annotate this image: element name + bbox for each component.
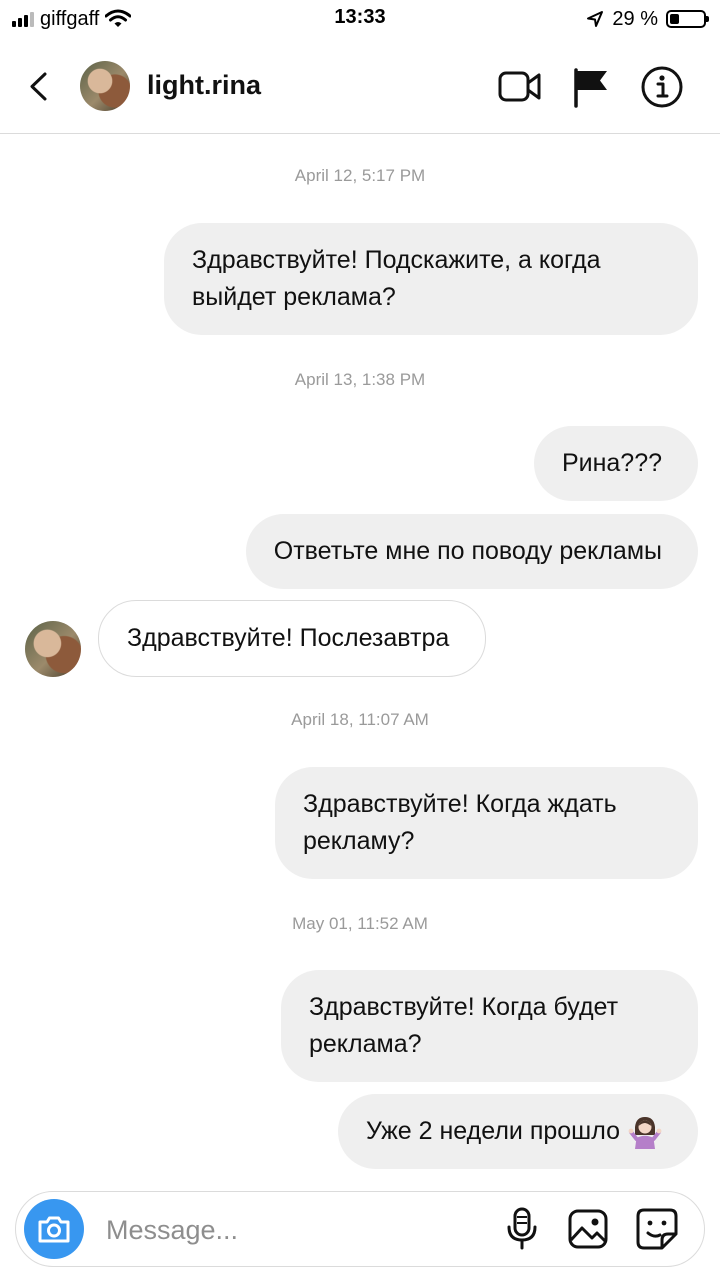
status-right: 29 %	[586, 6, 709, 32]
message-bubble-outgoing[interactable]: Ответьте мне по поводу рекламы	[245, 514, 698, 589]
message-composer	[15, 1191, 705, 1267]
contact-username[interactable]: light.rina	[147, 70, 261, 101]
timestamp: April 12, 5:17 PM	[294, 166, 426, 185]
info-icon[interactable]	[639, 64, 685, 110]
woman-shrugging-emoji-icon	[628, 1117, 662, 1150]
video-camera-icon[interactable]	[497, 64, 543, 110]
battery-percent: 29 %	[612, 7, 658, 30]
sticker-icon[interactable]	[634, 1206, 680, 1252]
camera-icon	[38, 1216, 70, 1243]
avatar[interactable]	[80, 61, 130, 111]
message-bubble-outgoing[interactable]: Рина???	[533, 426, 698, 501]
message-bubble-outgoing[interactable]: Уже 2 недели прошло	[338, 1094, 698, 1169]
chat-header: light.rina	[0, 40, 720, 134]
timestamp: April 13, 1:38 PM	[294, 370, 426, 389]
message-bubble-outgoing[interactable]: Здравствуйте! Когда будет реклама?	[281, 970, 698, 1082]
flag-icon[interactable]	[569, 64, 615, 110]
timestamp: April 18, 11:07 AM	[291, 710, 429, 729]
battery-fill	[670, 14, 679, 24]
message-text: Уже 2 недели прошло	[366, 1117, 620, 1145]
message-bubble-incoming[interactable]: Здравствуйте! Послезавтра	[98, 600, 487, 677]
microphone-icon[interactable]	[500, 1206, 546, 1252]
message-bubble-outgoing[interactable]: Здравствуйте! Подскажите, а когда выйдет…	[164, 223, 698, 335]
chevron-left-icon[interactable]	[20, 66, 60, 106]
message-bubble-outgoing[interactable]: Здравствуйте! Когда ждать рекламу?	[275, 767, 698, 879]
avatar[interactable]	[25, 621, 81, 677]
timestamp: May 01, 11:52 AM	[292, 914, 428, 933]
message-input[interactable]	[104, 1206, 468, 1254]
gallery-icon[interactable]	[566, 1206, 612, 1252]
camera-button[interactable]	[24, 1199, 84, 1259]
battery-icon	[666, 10, 709, 28]
location-arrow-icon	[587, 11, 604, 27]
status-bar: giffgaff 13:33 29 %	[0, 0, 720, 40]
